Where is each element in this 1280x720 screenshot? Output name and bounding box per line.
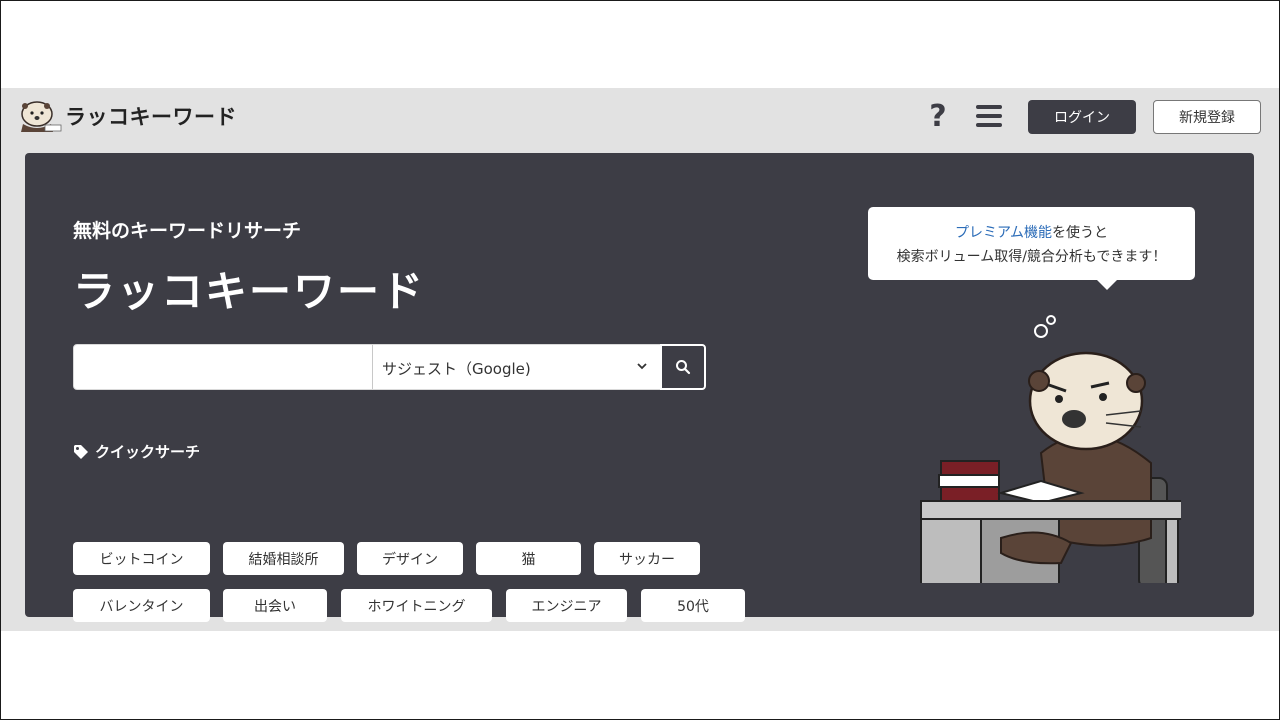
logo-text: ラッコキーワード	[65, 105, 237, 129]
hero-subtitle: 無料のキーワードリサーチ	[73, 220, 302, 242]
app: ラッコキーワード ? ログイン 新規登録 無料のキーワードリサーチ ラッコキーワ…	[1, 88, 1279, 631]
search-button[interactable]	[660, 344, 706, 390]
otter-mascot-icon	[21, 101, 62, 132]
hamburger-menu-icon[interactable]	[976, 105, 1002, 129]
header: ラッコキーワード ? ログイン 新規登録	[1, 88, 1279, 146]
quick-search-item[interactable]: 出会い	[223, 589, 327, 622]
search-type-value: サジェスト（Google)	[382, 360, 531, 378]
quick-search-item[interactable]: サッカー	[594, 542, 700, 575]
question-icon[interactable]: ?	[925, 100, 951, 134]
logo[interactable]: ラッコキーワード	[17, 98, 237, 134]
chevron-down-icon	[637, 363, 647, 370]
quick-search-item[interactable]: ビットコイン	[73, 542, 210, 575]
quick-search-item[interactable]: バレンタイン	[73, 589, 210, 622]
tag-icon	[74, 444, 88, 459]
otter-desk-illustration	[920, 315, 1181, 583]
register-button[interactable]: 新規登録	[1153, 100, 1261, 134]
search-icon	[676, 360, 691, 375]
bubble-text-1: を使うと	[1052, 225, 1109, 241]
quick-search-item[interactable]: 50代	[641, 589, 745, 622]
quick-search-item[interactable]: ホワイトニング	[341, 589, 492, 622]
quick-search-label-text: クイックサーチ	[95, 443, 201, 461]
premium-speech-bubble: プレミアム機能を使うと 検索ボリューム取得/競合分析もできます！	[868, 207, 1195, 290]
hero-section: 無料のキーワードリサーチ ラッコキーワード サジェスト（Google) クイック…	[25, 153, 1254, 622]
search-form: サジェスト（Google)	[73, 344, 706, 390]
search-type-select[interactable]: サジェスト（Google)	[372, 345, 660, 389]
hero-title: ラッコキーワード	[73, 267, 426, 316]
keyword-input[interactable]	[74, 345, 372, 389]
quick-search-item[interactable]: 結婚相談所	[223, 542, 344, 575]
quick-search-item[interactable]: デザイン	[357, 542, 463, 575]
bubble-text-2: 検索ボリューム取得/競合分析もできます！	[896, 249, 1167, 265]
login-button[interactable]: ログイン	[1028, 100, 1136, 134]
quick-search-item[interactable]: 猫	[476, 542, 581, 575]
quick-search-item[interactable]: エンジニア	[506, 589, 627, 622]
quick-search-label: クイックサーチ	[73, 441, 200, 462]
premium-feature-link[interactable]: プレミアム機能	[955, 225, 1052, 241]
